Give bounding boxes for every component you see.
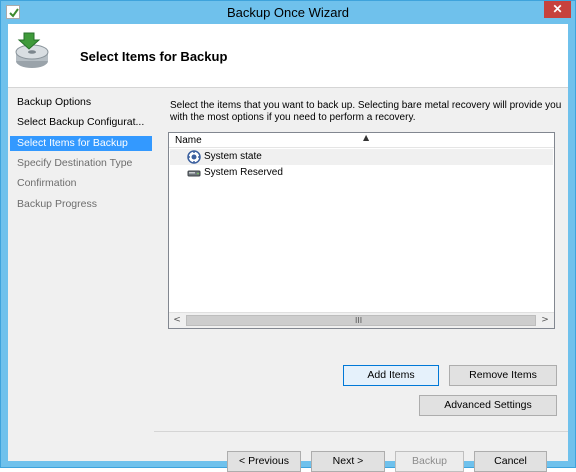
scroll-left-icon: <	[173, 315, 181, 325]
wizard-steps: Backup Options Select Backup Configurat.…	[8, 89, 154, 461]
backup-items-list[interactable]: Name ▲ System state System Reserved < II…	[168, 132, 555, 329]
title-bar[interactable]: Backup Once Wizard ✕	[1, 1, 575, 24]
step-specify-destination-type: Specify Destination Type	[17, 157, 133, 169]
scroll-right-icon: >	[541, 315, 549, 325]
footer-separator	[154, 431, 568, 432]
backup-button: Backup	[395, 451, 464, 472]
list-item-label: System state	[204, 151, 262, 162]
list-item-label: System Reserved	[204, 167, 283, 178]
step-backup-progress: Backup Progress	[17, 198, 97, 210]
step-select-backup-configuration[interactable]: Select Backup Configurat...	[10, 115, 152, 130]
add-items-button[interactable]: Add Items	[343, 365, 439, 386]
next-button[interactable]: Next >	[311, 451, 385, 472]
step-select-items-for-backup[interactable]: Select Items for Backup	[10, 136, 152, 151]
close-icon: ✕	[552, 2, 563, 16]
step-backup-options[interactable]: Backup Options	[10, 95, 152, 110]
remove-items-button[interactable]: Remove Items	[449, 365, 557, 386]
scroll-thumb[interactable]: III	[186, 315, 536, 326]
wizard-window: Backup Once Wizard ✕ Select Items for Ba…	[0, 0, 576, 472]
scroll-left-button[interactable]: <	[169, 313, 185, 328]
previous-button[interactable]: < Previous	[227, 451, 301, 472]
list-item-system-state[interactable]: System state	[170, 149, 553, 165]
scroll-right-button[interactable]: >	[537, 313, 553, 328]
page-title: Select Items for Backup	[80, 49, 228, 64]
sort-ascending-icon: ▲	[363, 133, 370, 142]
advanced-settings-button[interactable]: Advanced Settings	[419, 395, 557, 416]
system-state-icon	[187, 150, 201, 164]
drive-icon	[187, 170, 201, 177]
instructions-text: Select the items that you want to back u…	[170, 100, 562, 123]
wizard-header: Select Items for Backup	[8, 24, 568, 88]
wizard-content: Select the items that you want to back u…	[154, 89, 568, 472]
cancel-button[interactable]: Cancel	[474, 451, 547, 472]
backup-disk-icon	[15, 32, 49, 68]
client-area: Select Items for Backup Backup Options S…	[8, 24, 568, 472]
window-title: Backup Once Wizard	[226, 5, 350, 20]
close-button[interactable]: ✕	[544, 1, 571, 18]
list-item-system-reserved[interactable]: System Reserved	[170, 165, 553, 181]
step-confirmation: Confirmation	[17, 177, 77, 189]
horizontal-scrollbar[interactable]: < III >	[169, 312, 554, 328]
column-header-label: Name	[175, 135, 202, 146]
scroll-grip-icon: III	[355, 316, 363, 325]
column-header-name[interactable]: Name ▲	[169, 133, 554, 148]
